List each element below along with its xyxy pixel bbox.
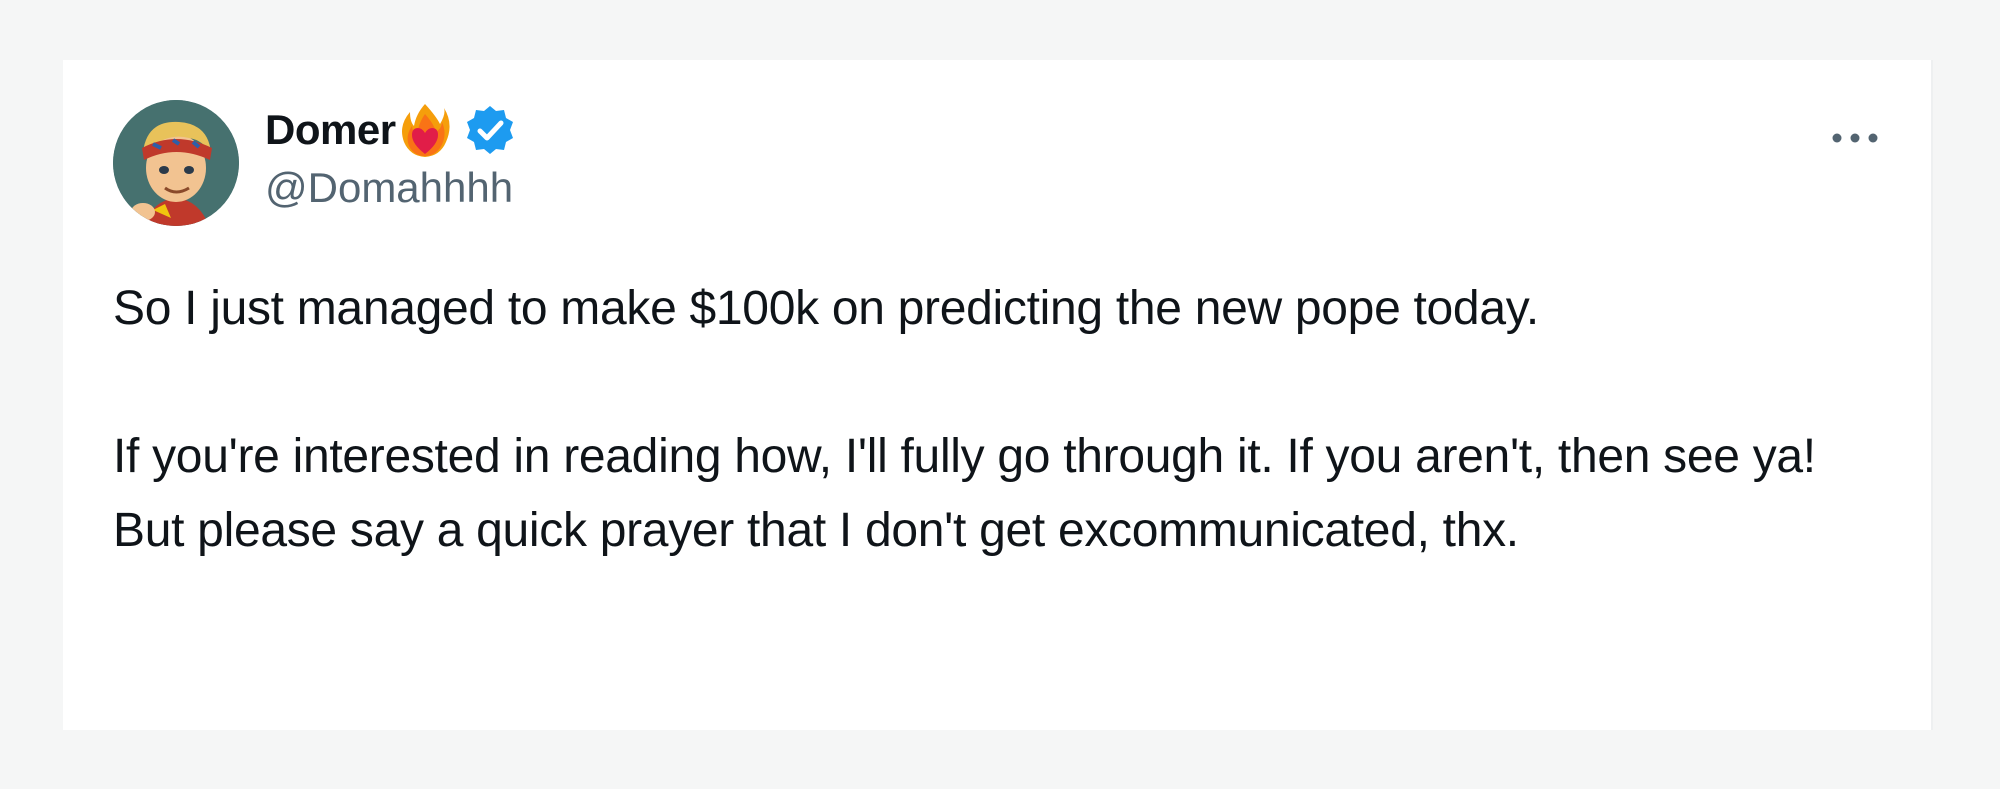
author-name-row[interactable]: Domer (265, 100, 516, 160)
display-name[interactable]: Domer (265, 106, 396, 154)
avatar-image (113, 100, 239, 226)
tweet-card[interactable]: Domer @Domahhhh So I just managed to mak… (63, 60, 1933, 730)
avatar[interactable] (113, 100, 239, 226)
heart-on-fire-icon (400, 102, 450, 158)
more-horizontal-icon (1832, 133, 1878, 143)
tweet-body: So I just managed to make $100k on predi… (113, 272, 1873, 568)
verified-badge-icon[interactable] (464, 104, 516, 156)
more-options-button[interactable] (1827, 118, 1883, 158)
author-handle[interactable]: @Domahhhh (265, 164, 513, 212)
tweet-paragraph: If you're interested in reading how, I'l… (113, 430, 1816, 557)
tweet-paragraph: So I just managed to make $100k on predi… (113, 282, 1539, 335)
